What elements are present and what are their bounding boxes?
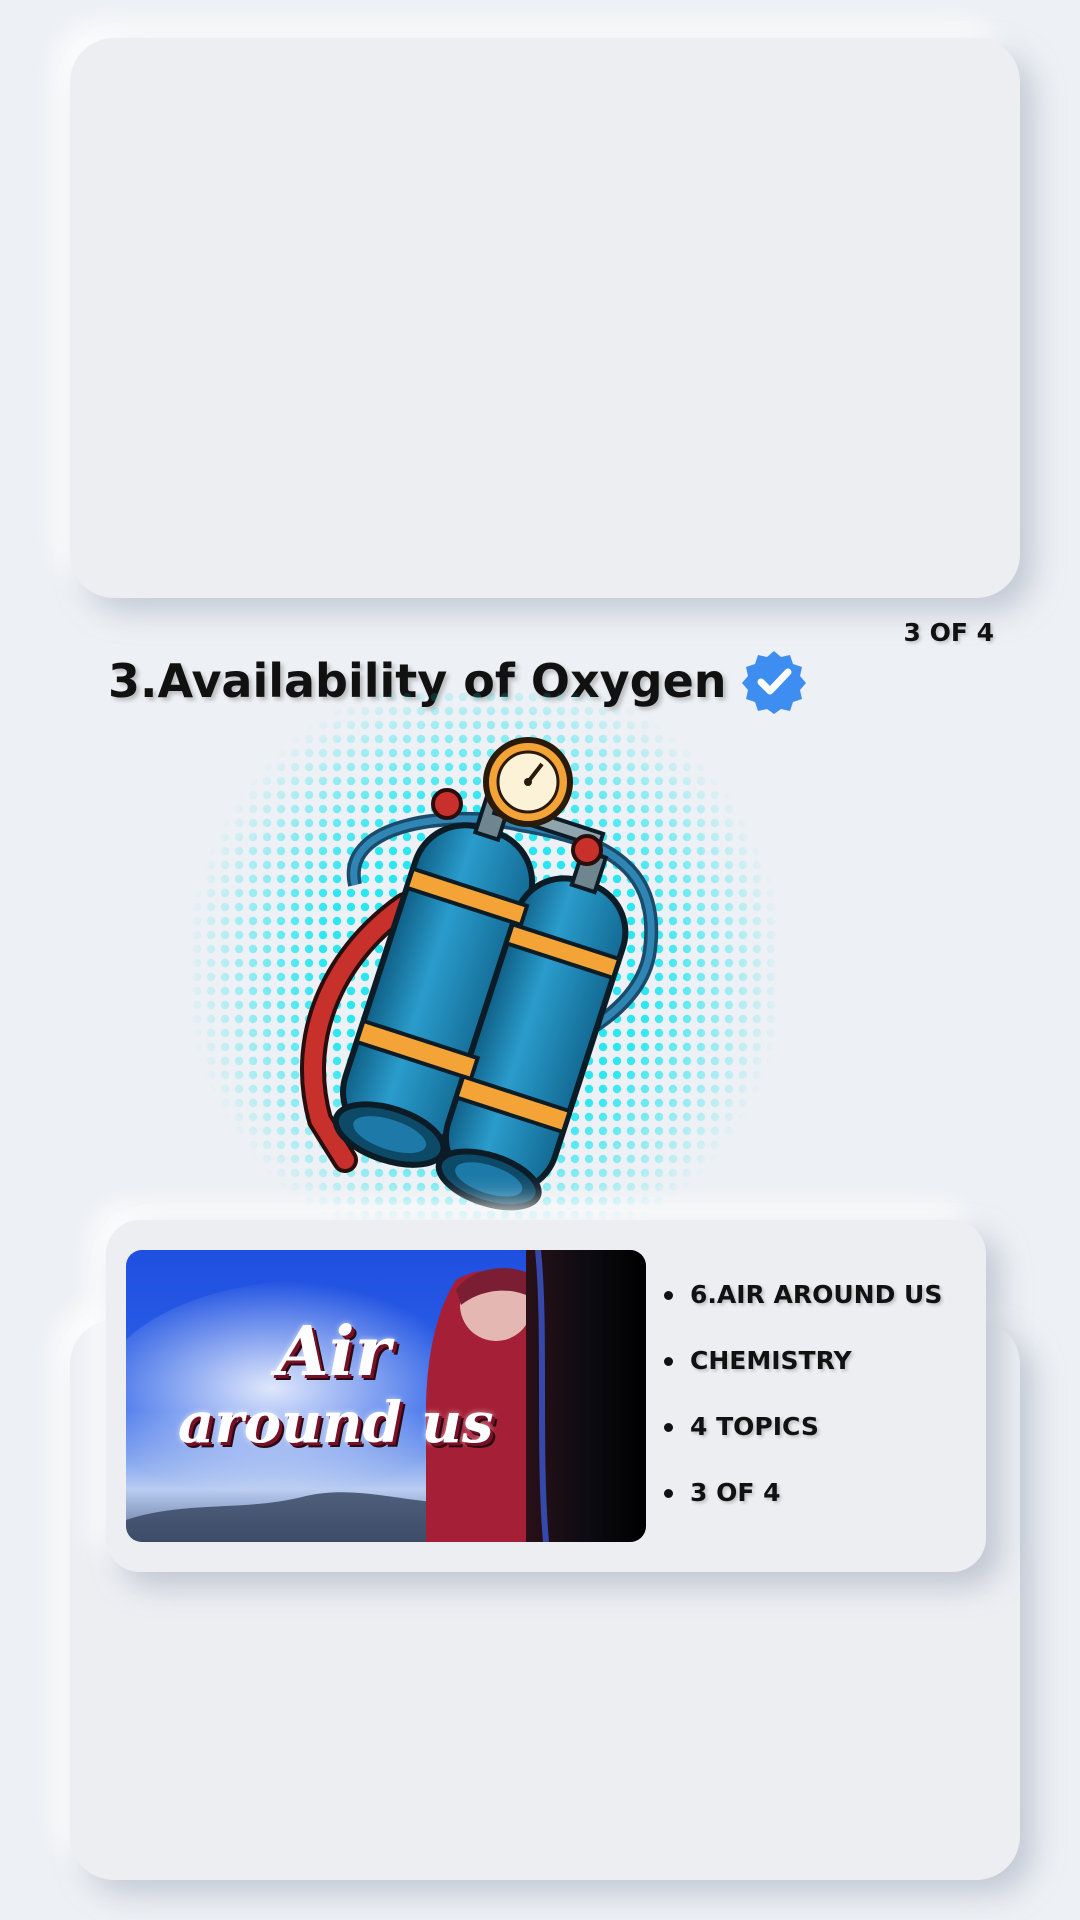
course-info-card[interactable]: Air around us 6.AIR AROUND US CHEMISTRY …: [106, 1220, 986, 1572]
course-thumbnail[interactable]: Air around us: [126, 1250, 646, 1542]
sky-background-image: [126, 1250, 646, 1542]
oxygen-tank-illustration: [185, 668, 785, 1270]
course-details-list: 6.AIR AROUND US CHEMISTRY 4 TOPICS 3 OF …: [658, 1262, 978, 1526]
course-topics-item: 4 TOPICS: [658, 1394, 978, 1460]
top-placeholder-card: [70, 38, 1020, 598]
course-subject-item: CHEMISTRY: [658, 1328, 978, 1394]
slide-counter: 3 OF 4: [903, 618, 994, 647]
oxygen-tank-icon: [185, 668, 785, 1268]
course-name-item: 6.AIR AROUND US: [658, 1262, 978, 1328]
course-progress-item: 3 OF 4: [658, 1460, 978, 1526]
